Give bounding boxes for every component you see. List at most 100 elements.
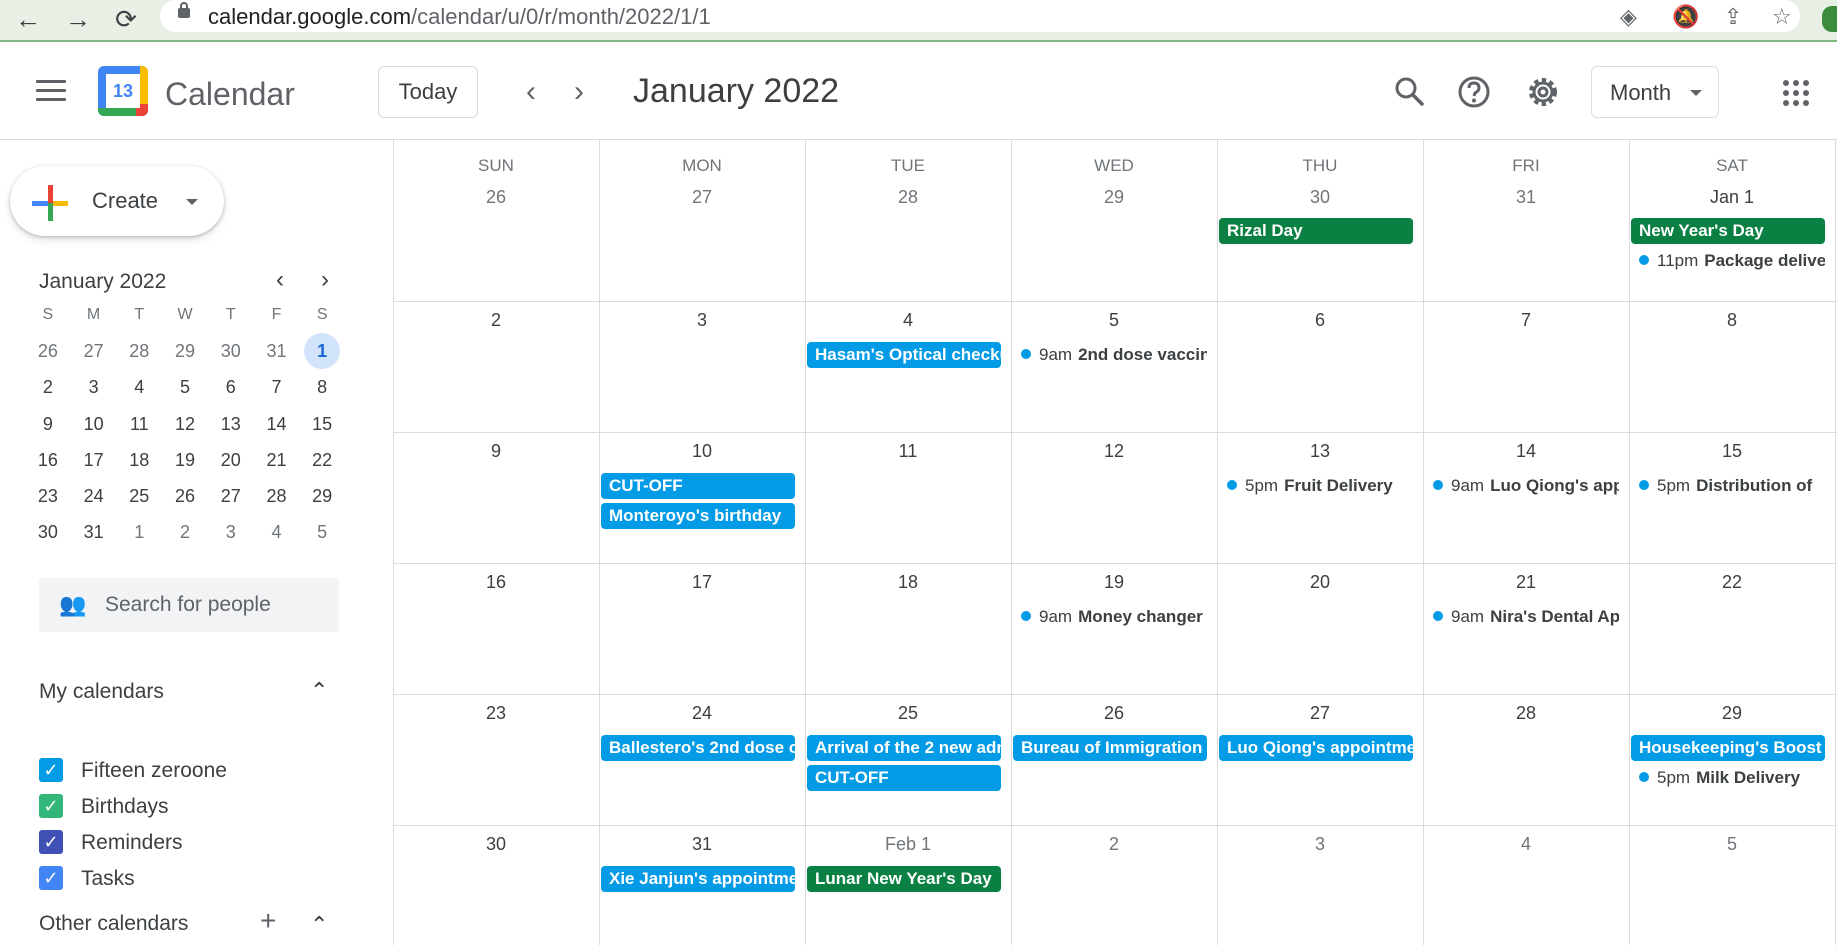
- day-number[interactable]: 3: [1217, 834, 1423, 855]
- mini-day[interactable]: 22: [299, 450, 345, 471]
- timed-event[interactable]: 9am Nira's Dental Appointment: [1433, 604, 1619, 630]
- mini-day[interactable]: 26: [25, 341, 71, 362]
- search-people-input[interactable]: 👥 Search for people: [39, 578, 339, 632]
- extension-icon[interactable]: ◈: [1620, 4, 1637, 30]
- settings-gear-icon[interactable]: [1523, 72, 1563, 112]
- next-month-icon[interactable]: ›: [561, 74, 597, 110]
- timed-event[interactable]: 5pm Milk Delivery: [1639, 765, 1825, 791]
- notifications-off-icon[interactable]: 🔕: [1672, 4, 1699, 30]
- mini-day[interactable]: 3: [208, 522, 254, 543]
- mini-day[interactable]: 2: [25, 377, 71, 398]
- day-number[interactable]: 20: [1217, 572, 1423, 593]
- my-calendars-title[interactable]: My calendars: [39, 680, 164, 704]
- checkbox[interactable]: ✓: [39, 830, 63, 854]
- mini-day[interactable]: 25: [116, 486, 162, 507]
- mini-day[interactable]: 17: [71, 450, 117, 471]
- event-chip[interactable]: Lunar New Year's Day: [807, 866, 1001, 892]
- checkbox[interactable]: ✓: [39, 866, 63, 890]
- event-chip[interactable]: Hasam's Optical checkup: [807, 342, 1001, 368]
- mini-day[interactable]: 30: [25, 522, 71, 543]
- day-number[interactable]: 17: [599, 572, 805, 593]
- mini-day[interactable]: 19: [162, 450, 208, 471]
- mini-day[interactable]: 27: [71, 341, 117, 362]
- day-number[interactable]: 19: [1011, 572, 1217, 593]
- day-number[interactable]: 29: [1011, 187, 1217, 208]
- day-number[interactable]: 25: [805, 703, 1011, 724]
- mini-day[interactable]: 4: [254, 522, 300, 543]
- day-number[interactable]: 27: [1217, 703, 1423, 724]
- mini-day[interactable]: 8: [299, 377, 345, 398]
- day-number[interactable]: 5: [1629, 834, 1835, 855]
- back-arrow-icon[interactable]: ←: [12, 4, 44, 34]
- forward-arrow-icon[interactable]: →: [62, 4, 94, 34]
- day-number[interactable]: 21: [1423, 572, 1629, 593]
- mini-day[interactable]: 3: [71, 377, 117, 398]
- day-number[interactable]: 26: [1011, 703, 1217, 724]
- day-number[interactable]: 4: [805, 310, 1011, 331]
- event-chip[interactable]: Housekeeping's Boost: [1631, 735, 1825, 761]
- mini-day[interactable]: 13: [208, 414, 254, 435]
- mini-day[interactable]: 29: [299, 486, 345, 507]
- mini-day[interactable]: 10: [71, 414, 117, 435]
- mini-day[interactable]: 11: [116, 414, 162, 435]
- timed-event[interactable]: 9am 2nd dose vaccination: [1021, 342, 1207, 368]
- day-number[interactable]: 6: [1217, 310, 1423, 331]
- mini-day[interactable]: 4: [116, 377, 162, 398]
- event-chip[interactable]: Luo Qiong's appointment: [1219, 735, 1413, 761]
- calendar-logo[interactable]: 13: [98, 66, 148, 116]
- day-number[interactable]: 2: [393, 310, 599, 331]
- mini-day[interactable]: 30: [208, 341, 254, 362]
- day-number[interactable]: 11: [805, 441, 1011, 462]
- url-text[interactable]: calendar.google.com/calendar/u/0/r/month…: [208, 4, 711, 30]
- main-menu-icon[interactable]: [36, 80, 66, 104]
- event-chip[interactable]: Arrival of the 2 new admins: [807, 735, 1001, 761]
- mini-day[interactable]: 20: [208, 450, 254, 471]
- google-apps-icon[interactable]: [1783, 80, 1809, 106]
- mini-day[interactable]: 24: [71, 486, 117, 507]
- timed-event[interactable]: 5pm Fruit Delivery: [1227, 473, 1413, 499]
- timed-event[interactable]: 9am Money changer: [1021, 604, 1207, 630]
- view-switcher-dropdown[interactable]: Month: [1591, 66, 1719, 118]
- mini-day[interactable]: 6: [208, 377, 254, 398]
- previous-month-icon[interactable]: ‹: [513, 74, 549, 110]
- mini-day[interactable]: 15: [299, 414, 345, 435]
- mini-day[interactable]: 23: [25, 486, 71, 507]
- day-number[interactable]: Feb 1: [805, 834, 1011, 855]
- event-chip[interactable]: Monteroyo's birthday: [601, 503, 795, 529]
- lock-icon[interactable]: [178, 2, 190, 18]
- event-chip[interactable]: Rizal Day: [1219, 218, 1413, 244]
- address-bar[interactable]: calendar.google.com/calendar/u/0/r/month…: [160, 0, 1800, 32]
- collapse-chevron-icon[interactable]: ⌃: [310, 678, 328, 704]
- mini-day[interactable]: 1: [299, 333, 345, 370]
- day-number[interactable]: 15: [1629, 441, 1835, 462]
- day-number[interactable]: 27: [599, 187, 805, 208]
- mini-day[interactable]: 14: [254, 414, 300, 435]
- day-number[interactable]: 2: [1011, 834, 1217, 855]
- day-number[interactable]: 8: [1629, 310, 1835, 331]
- mini-day[interactable]: 1: [116, 522, 162, 543]
- help-icon[interactable]: [1454, 72, 1494, 112]
- event-chip[interactable]: CUT-OFF: [807, 765, 1001, 791]
- search-icon[interactable]: [1390, 72, 1430, 112]
- reload-icon[interactable]: ⟳: [110, 4, 142, 34]
- timed-event[interactable]: 5pm Distribution of: [1639, 473, 1825, 499]
- checkbox[interactable]: ✓: [39, 794, 63, 818]
- event-chip[interactable]: CUT-OFF: [601, 473, 795, 499]
- other-calendars-title[interactable]: Other calendars: [39, 912, 188, 936]
- day-number[interactable]: 30: [1217, 187, 1423, 208]
- create-button[interactable]: Create: [10, 166, 224, 236]
- mini-day[interactable]: 16: [25, 450, 71, 471]
- mini-day[interactable]: 21: [254, 450, 300, 471]
- day-number[interactable]: 29: [1629, 703, 1835, 724]
- mini-day[interactable]: 28: [116, 341, 162, 362]
- mini-day[interactable]: 2: [162, 522, 208, 543]
- day-number[interactable]: 9: [393, 441, 599, 462]
- day-number[interactable]: 24: [599, 703, 805, 724]
- day-number[interactable]: 13: [1217, 441, 1423, 462]
- add-calendar-icon[interactable]: +: [260, 905, 276, 937]
- event-chip[interactable]: Ballestero's 2nd dose of vaccine: [601, 735, 795, 761]
- mini-day[interactable]: 26: [162, 486, 208, 507]
- today-button[interactable]: Today: [378, 66, 478, 118]
- mini-day[interactable]: 31: [71, 522, 117, 543]
- mini-day[interactable]: 9: [25, 414, 71, 435]
